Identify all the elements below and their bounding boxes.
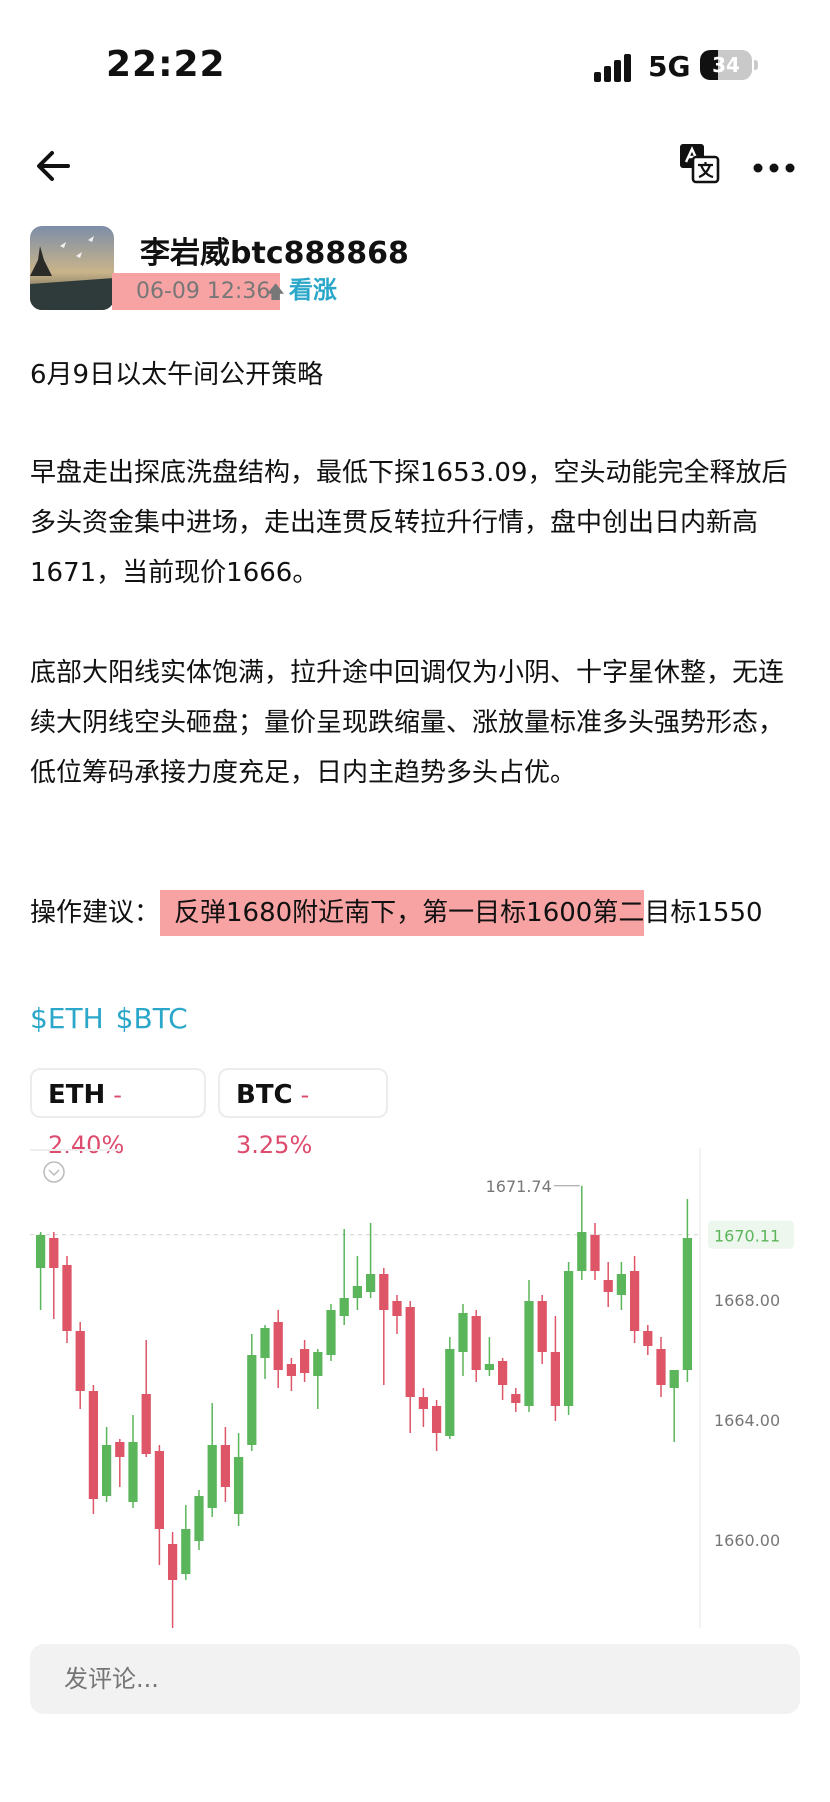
candle [299, 1340, 310, 1382]
comment-input[interactable] [30, 1644, 800, 1714]
more-dots-icon[interactable] [750, 142, 798, 190]
candle [590, 1223, 600, 1280]
post-title: 6月9日以太午间公开策略 [30, 360, 324, 390]
ticker-symbol: BTC [236, 1080, 293, 1110]
post-timestamp: 06-09 12:36 [112, 273, 281, 310]
candle [167, 1532, 178, 1628]
candle [379, 1268, 389, 1385]
candle [445, 1337, 455, 1439]
candle [629, 1256, 640, 1343]
candle [233, 1433, 244, 1526]
tag-btc[interactable]: $BTC [116, 1002, 188, 1035]
candle [207, 1403, 217, 1517]
candle [682, 1199, 693, 1382]
candle [471, 1310, 481, 1382]
candle [49, 1232, 59, 1319]
candle [603, 1262, 613, 1307]
collapse-chevron-icon[interactable] [43, 1161, 65, 1183]
candle [154, 1445, 165, 1565]
candle [352, 1256, 363, 1310]
avatar[interactable] [30, 226, 114, 310]
candle [616, 1262, 627, 1310]
advice-highlight: 反弹1680附近南下，第一目标1600第二 [160, 890, 645, 936]
candle [643, 1325, 653, 1355]
candle [194, 1490, 204, 1550]
battery-level: 34 [712, 53, 740, 77]
candle [247, 1334, 257, 1451]
author-name[interactable]: 李岩威btc888868 [140, 228, 409, 272]
signal-icon [594, 52, 636, 82]
advice-rest: 目标1550 [644, 898, 763, 928]
candle [339, 1229, 349, 1325]
candlestick-chart: 1668.00 1664.00 1660.00 1670.11 1671.74 [30, 1148, 794, 1628]
translate-icon[interactable] [678, 142, 720, 184]
y-tick-label: 1664.00 [714, 1411, 780, 1430]
post-meta: 06-09 12:36🡅 看涨 [112, 270, 337, 310]
comment-box[interactable] [30, 1644, 800, 1714]
candle [405, 1301, 415, 1433]
advice-label: 操作建议： [30, 898, 161, 928]
ticker-symbol: ETH [48, 1080, 106, 1110]
high-label: 1671.74 [486, 1177, 552, 1196]
tag-eth[interactable]: $ETH [30, 1002, 104, 1035]
candle [511, 1388, 521, 1412]
status-bar: 22:22 5G 34 [0, 0, 830, 130]
candle [484, 1337, 495, 1376]
y-tick-label: 1668.00 [714, 1291, 780, 1310]
candle [418, 1388, 429, 1427]
candle [550, 1316, 561, 1421]
arrow-left-icon[interactable] [30, 142, 78, 190]
candle [326, 1304, 336, 1361]
candle [273, 1310, 283, 1388]
sentiment-badge: 看涨 [288, 276, 337, 304]
ticker-chip-btc[interactable]: BTC -3.25% [218, 1068, 388, 1159]
candle [286, 1358, 297, 1391]
candle [88, 1385, 99, 1514]
candle [101, 1427, 112, 1502]
candle [431, 1400, 442, 1451]
hashtags: $ETH $BTC [30, 1002, 200, 1035]
candle [220, 1427, 231, 1502]
candle [128, 1415, 138, 1508]
post-paragraph-2: 底部大阳线实体饱满，拉升途中回调仅为小阴、十字星休整，无连续大阴线空头砸盘；量价… [30, 658, 785, 788]
top-nav [0, 130, 830, 210]
current-price-label: 1670.11 [714, 1227, 780, 1246]
battery-cap [754, 60, 758, 70]
status-time: 22:22 [106, 44, 226, 85]
candle [115, 1439, 125, 1487]
candle [62, 1256, 72, 1343]
post-paragraph-1: 早盘走出探底洗盘结构，最低下探1653.09，空头动能完全释放后多头资金集中进场… [30, 458, 788, 588]
battery-icon: 34 [700, 50, 752, 80]
candle [260, 1325, 270, 1379]
candle [458, 1304, 468, 1376]
candle [35, 1232, 46, 1310]
candle [181, 1505, 191, 1580]
candle [141, 1340, 151, 1457]
candle [497, 1358, 508, 1400]
y-tick-label: 1660.00 [714, 1531, 780, 1550]
author-header: 李岩威btc888868 06-09 12:36🡅 看涨 [30, 226, 810, 312]
candle [563, 1262, 574, 1415]
candle [313, 1349, 323, 1409]
ticker-chip-eth[interactable]: ETH -2.40% [30, 1068, 206, 1159]
candle [392, 1295, 402, 1334]
price-chart[interactable]: 1668.00 1664.00 1660.00 1670.11 1671.74 [30, 1148, 800, 1628]
candle [75, 1322, 85, 1409]
candle [669, 1370, 679, 1442]
candle [524, 1280, 534, 1412]
candle [577, 1185, 587, 1280]
network-label: 5G [648, 50, 691, 83]
arrow-up-icon: 🡅 [266, 282, 285, 303]
candle [537, 1295, 547, 1364]
candle [656, 1337, 666, 1397]
post-advice: 操作建议： 反弹1680附近南下，第一目标1600第二目标1550 [30, 888, 800, 938]
